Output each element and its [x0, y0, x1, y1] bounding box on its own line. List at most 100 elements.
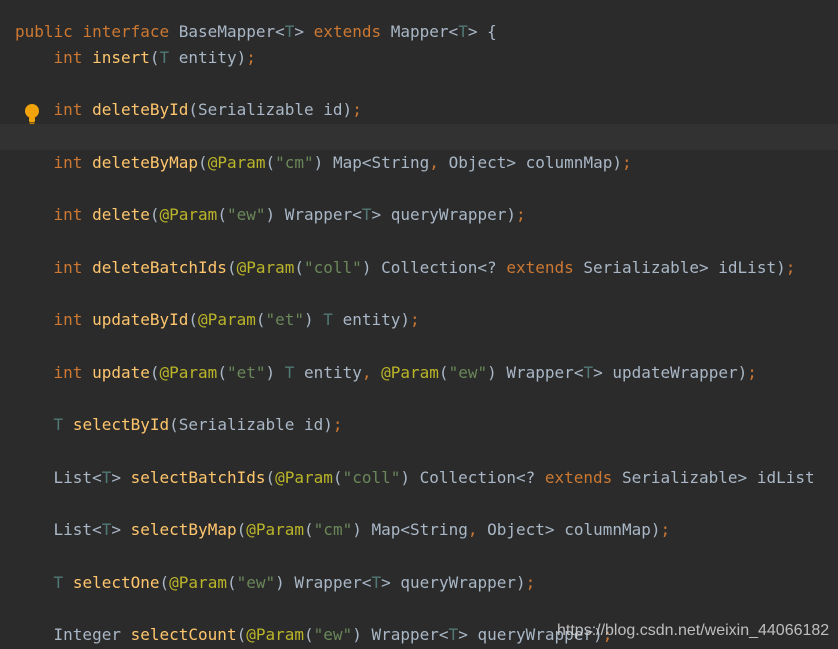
code-token: (	[188, 310, 199, 329]
code-token: @Param	[207, 153, 266, 172]
code-token: )	[612, 153, 622, 172]
code-token: <	[92, 468, 102, 487]
code-token: )	[304, 310, 314, 329]
code-token: List	[53, 520, 93, 539]
code-token: Wrapper	[506, 363, 574, 382]
code-line[interactable]: T selectOne(@Param("ew") Wrapper<T> quer…	[15, 570, 536, 596]
code-token: queryWrapper	[390, 205, 507, 224]
code-token: )	[650, 520, 661, 539]
code-token: Serializable	[198, 100, 314, 119]
code-token: selectBatchIds	[130, 468, 266, 487]
code-token: )	[506, 205, 516, 224]
code-token: >	[111, 520, 121, 539]
code-line[interactable]: int deleteById(Serializable id);	[15, 97, 362, 123]
code-token: extends	[506, 258, 574, 277]
code-token: @Param	[275, 468, 333, 487]
code-token: int	[53, 48, 83, 67]
code-token: )	[516, 573, 526, 592]
code-token: (	[236, 625, 247, 644]
code-line[interactable]: List<T> selectByMap(@Param("cm") Map<Str…	[15, 517, 671, 543]
code-token: )	[361, 258, 372, 277]
code-line[interactable]: int delete(@Param("ew") Wrapper<T> query…	[15, 202, 526, 228]
code-line[interactable]: Integer selectCount(@Param("ew") Wrapper…	[15, 622, 613, 648]
code-token: Collection	[419, 468, 516, 487]
code-editor[interactable]: public interface BaseMapper<T> extends M…	[0, 0, 838, 649]
code-token: selectByMap	[130, 520, 237, 539]
code-token: > {	[467, 22, 497, 41]
code-line[interactable]: int updateById(@Param("et") T entity);	[15, 307, 420, 333]
code-token: deleteByMap	[92, 153, 199, 172]
code-token: )	[400, 310, 411, 329]
code-token: T	[53, 573, 64, 592]
code-token: Object	[448, 153, 507, 172]
code-token: deleteBatchIds	[92, 258, 227, 277]
code-token: idList	[756, 468, 815, 487]
code-token: (	[294, 258, 305, 277]
code-line[interactable]: int deleteByMap(@Param("cm") Map<String,…	[15, 150, 632, 176]
code-token: )	[737, 363, 748, 382]
code-token: Serializable	[621, 468, 738, 487]
code-token: int	[53, 310, 83, 329]
code-token: @Param	[169, 573, 227, 592]
code-token: (	[217, 205, 227, 224]
code-line[interactable]: List<T> selectBatchIds(@Param("coll") Co…	[15, 465, 815, 491]
code-token: (	[236, 520, 247, 539]
code-token: BaseMapper	[178, 22, 276, 41]
code-token: T	[284, 22, 295, 41]
code-token: ;	[352, 100, 362, 119]
code-token: int	[53, 363, 83, 382]
code-token: (	[149, 48, 160, 67]
code-token: Map	[371, 520, 401, 539]
code-token: columnMap	[564, 520, 651, 539]
code-line[interactable]: int update(@Param("et") T entity, @Param…	[15, 360, 757, 386]
code-token: "coll"	[342, 468, 401, 487]
code-token: ;	[747, 363, 757, 382]
code-token: int	[53, 153, 83, 172]
code-token: "cm"	[275, 153, 314, 172]
code-token: @Param	[381, 363, 439, 382]
code-token: interface	[82, 22, 170, 41]
code-line[interactable]: T selectById(Serializable id);	[15, 412, 343, 438]
code-line[interactable]: public interface BaseMapper<T> extends M…	[15, 19, 497, 45]
code-token: >	[593, 363, 603, 382]
code-token: >	[111, 468, 121, 487]
code-token: Map	[332, 153, 362, 172]
code-token: extends	[313, 22, 382, 41]
code-token: updateWrapper	[612, 363, 738, 382]
code-token: )	[400, 468, 410, 487]
code-token: String	[371, 153, 430, 172]
code-token: T	[53, 415, 64, 434]
code-token: deleteById	[92, 100, 189, 119]
code-token: T	[448, 625, 459, 644]
code-token: @Param	[246, 520, 305, 539]
code-token: (	[217, 363, 227, 382]
code-line[interactable]: int insert(T entity);	[15, 45, 256, 71]
code-token: T	[371, 573, 382, 592]
code-token: T	[284, 363, 295, 382]
code-line[interactable]: int deleteBatchIds(@Param("coll") Collec…	[15, 255, 796, 281]
code-token: ;	[332, 415, 343, 434]
code-token: T	[159, 48, 170, 67]
code-token: Object	[487, 520, 545, 539]
